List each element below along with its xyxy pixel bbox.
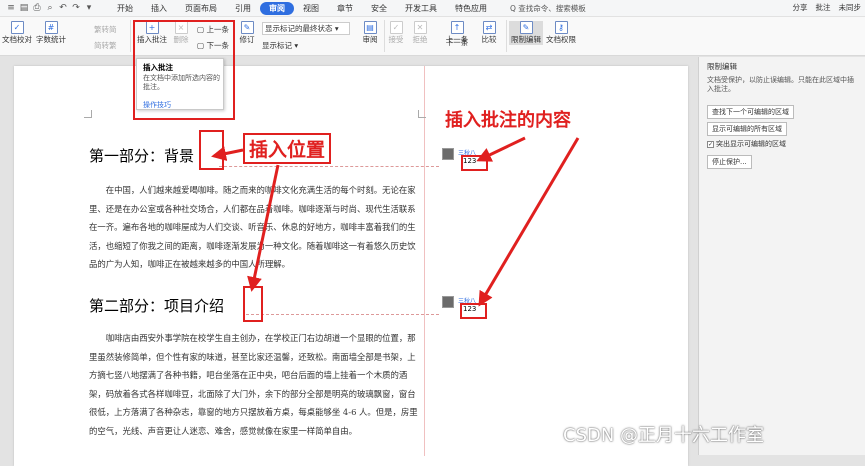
tab-page-layout[interactable]: 页面布局	[176, 2, 226, 15]
avatar	[442, 296, 454, 308]
tab-section[interactable]: 章节	[328, 2, 362, 15]
print-icon[interactable]: ⎙	[32, 3, 42, 13]
highlight-box-ribbon	[133, 20, 235, 120]
margin-mark	[84, 110, 92, 118]
highlight-box-comment	[461, 155, 488, 171]
save-icon[interactable]: ▤	[19, 3, 29, 13]
comment-connector	[219, 166, 439, 167]
review-ribbon: ✓ 文档校对 # 字数统计 繁转简 简转繁 + 插入批注 × 删除 ▢ 上一条 ▢ 下一…	[0, 17, 865, 56]
avatar	[442, 148, 454, 160]
tab-features[interactable]: 特色应用	[446, 2, 496, 15]
paragraph-background: 在中国，人们越来越爱喝咖啡。随之而来的咖啡文化充满生活的每个时刻。无论在家里、还…	[89, 185, 416, 269]
preview-icon[interactable]: ⌕	[45, 3, 55, 13]
permission-icon: ⚷	[554, 21, 568, 34]
document-area[interactable]: 第一部分：背景 在中国，人们越来越爱喝咖啡。随之而来的咖啡文化充满生活的每个时刻…	[0, 57, 698, 466]
tab-review[interactable]: 审阅	[260, 1, 294, 15]
review-pane-button[interactable]: ▤ 审阅	[360, 21, 380, 45]
quick-access-toolbar: ≡ ▤ ⎙ ⌕ ↶ ↷ ▾	[0, 3, 108, 13]
more-icon[interactable]: ▾	[84, 3, 94, 13]
doc-proof-button[interactable]: ✓ 文档校对	[2, 21, 32, 45]
next-change-button[interactable]: 下一条	[445, 37, 469, 48]
highlight-box-insert-point	[243, 286, 263, 322]
highlight-box-comment	[460, 303, 487, 319]
show-all-editable-button[interactable]: 显示可编辑的所有区域	[707, 122, 787, 136]
comment-connector	[246, 314, 439, 315]
compare-button[interactable]: ⇄ 比较	[478, 21, 500, 45]
accept-icon: ✓	[389, 21, 403, 34]
top-right-actions: 分享 批注 未同步	[793, 2, 862, 13]
word-count-icon: #	[44, 21, 58, 34]
insert-position-label: 插入位置	[243, 133, 332, 164]
panel-title: 限制编辑	[707, 62, 737, 71]
restrict-edit-icon: ✎	[519, 21, 533, 34]
simp-trad-button[interactable]: 繁转简	[94, 24, 117, 35]
insert-content-label: 插入批注的内容	[445, 110, 571, 131]
doc-permission-button[interactable]: ⚷ 文档权限	[545, 21, 577, 45]
document-page[interactable]: 第一部分：背景 在中国，人们越来越爱喝咖啡。随之而来的咖啡文化充满生活的每个时刻…	[14, 66, 688, 466]
tab-developer[interactable]: 开发工具	[396, 2, 446, 15]
stop-protection-button[interactable]: 停止保护...	[707, 155, 752, 169]
prev-change-icon: ↑	[450, 21, 464, 34]
restrict-edit-panel: 限制编辑 文档受保护，以防止误编辑。只能在此区域中插入批注。 查找下一个可编辑的…	[698, 57, 865, 455]
tab-security[interactable]: 安全	[362, 2, 396, 15]
ribbon-separator	[506, 20, 507, 52]
comment-menu-button[interactable]: 批注	[816, 2, 831, 13]
reject-button[interactable]: ✕ 拒绝	[410, 21, 430, 45]
share-button[interactable]: 分享	[793, 2, 808, 13]
tab-view[interactable]: 视图	[294, 2, 328, 15]
proof-icon: ✓	[10, 21, 24, 34]
paragraph-project-intro: 咖啡店由西安外事学院在校学生自主创办，在学校正门右边胡道一个显眼的位置，那里虽然…	[89, 333, 418, 436]
margin-mark	[418, 110, 426, 118]
tab-references[interactable]: 引用	[226, 2, 260, 15]
display-mode-select[interactable]: 显示标记的最终状态 ▾	[262, 22, 350, 35]
redo-icon[interactable]: ↷	[71, 3, 81, 13]
heading-part-2: 第二部分：项目介绍	[89, 297, 225, 315]
accept-button[interactable]: ✓ 接受	[386, 21, 406, 45]
highlight-box-insert-point	[199, 130, 224, 170]
highlight-editable-checkbox[interactable]: ✓ 突出显示可编辑的区域	[707, 139, 786, 149]
find-next-editable-button[interactable]: 查找下一个可编辑的区域	[707, 105, 794, 119]
show-marks-button[interactable]: 显示标记 ▾	[262, 40, 298, 51]
menu-bar: ≡ ▤ ⎙ ⌕ ↶ ↷ ▾ 开始 插入 页面布局 引用 审阅 视图 章节 安全 …	[0, 0, 865, 17]
comment-margin-line	[424, 66, 425, 456]
checkbox-icon: ✓	[707, 140, 714, 148]
tab-insert[interactable]: 插入	[142, 2, 176, 15]
tab-home[interactable]: 开始	[108, 2, 142, 15]
ribbon-separator	[130, 20, 131, 52]
restrict-edit-button[interactable]: ✎ 限制编辑	[509, 21, 543, 45]
sync-status[interactable]: 未同步	[839, 2, 862, 13]
trad-simp-button[interactable]: 简转繁	[94, 40, 117, 51]
heading-part-1: 第一部分：背景	[89, 147, 195, 165]
track-changes-icon: ✎	[240, 21, 254, 34]
menu-icon[interactable]: ≡	[6, 3, 16, 13]
reject-icon: ✕	[413, 21, 427, 34]
watermark: CSDN @正月十六工作室	[563, 425, 765, 446]
ribbon-separator	[384, 20, 385, 52]
undo-icon[interactable]: ↶	[58, 3, 68, 13]
review-pane-icon: ▤	[363, 21, 377, 34]
panel-description: 文档受保护，以防止误编辑。只能在此区域中插入批注。	[707, 76, 854, 93]
command-search[interactable]: Q 查找命令、搜索模板	[510, 3, 586, 14]
word-count-button[interactable]: # 字数统计	[34, 21, 68, 45]
compare-icon: ⇄	[482, 21, 496, 34]
ribbon-tabs: 开始 插入 页面布局 引用 审阅 视图 章节 安全 开发工具 特色应用	[108, 1, 496, 15]
track-changes-button[interactable]: ✎ 修订	[237, 21, 257, 45]
